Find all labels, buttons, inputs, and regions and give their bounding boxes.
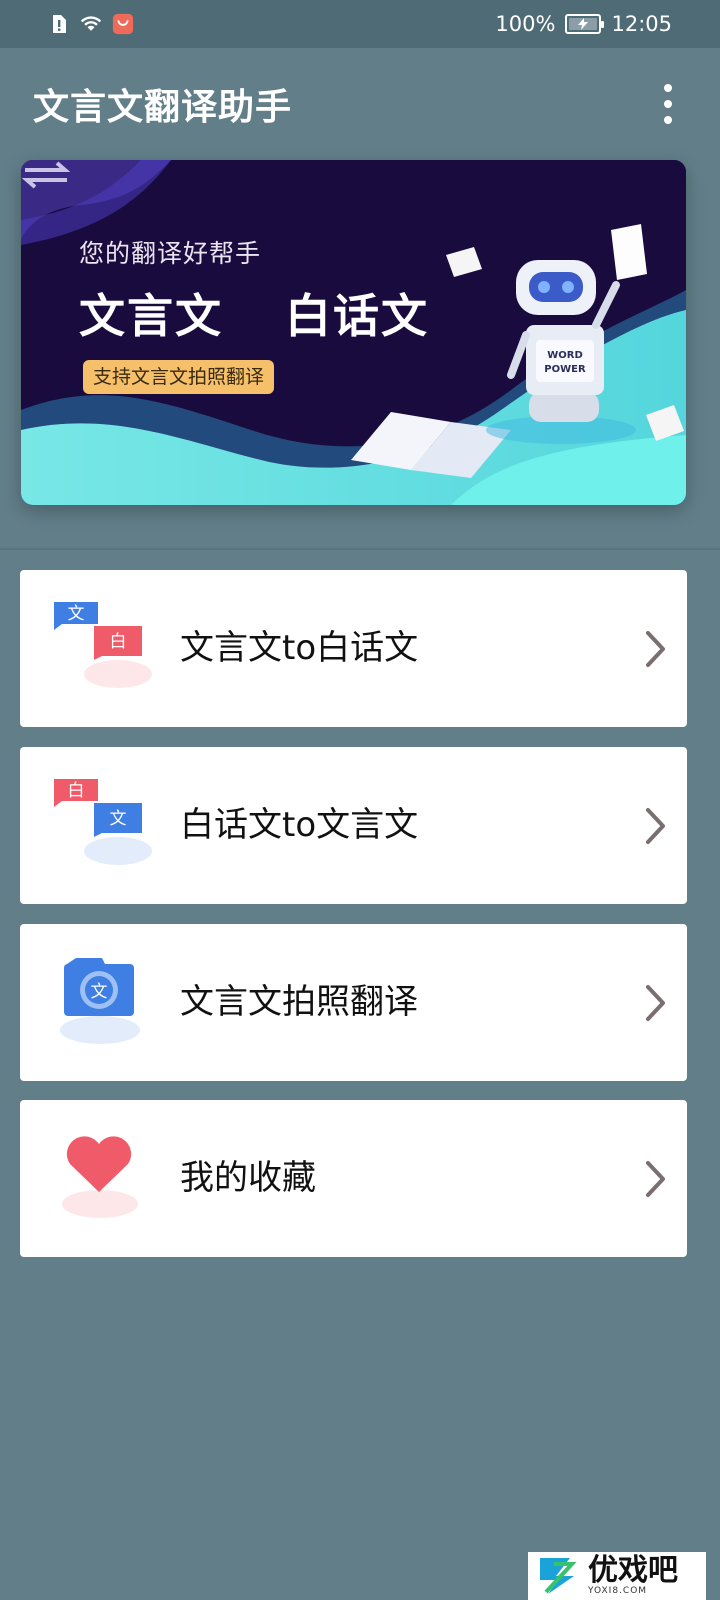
banner-right-word: 白话文 <box>285 289 429 343</box>
vernacular-to-classical-icon: 白 文 <box>54 779 152 865</box>
banner-left-word: 文言文 <box>79 289 223 343</box>
menu-item-label: 文言文to白话文 <box>180 628 419 668</box>
app-bar: 文言文翻译助手 <box>0 48 720 160</box>
more-vert-icon <box>664 84 672 92</box>
camera-icon: 文 <box>60 958 140 1044</box>
icon-char-bottom: 文 <box>110 809 127 829</box>
status-right: 100% 12:05 <box>495 12 672 36</box>
chevron-right-icon <box>646 808 665 844</box>
section-divider <box>0 548 720 550</box>
more-options-button[interactable] <box>648 74 688 134</box>
watermark: 优戏吧 YOXI8.COM <box>528 1552 706 1600</box>
svg-text:WORD: WORD <box>547 350 583 361</box>
battery-charging-icon <box>565 14 605 34</box>
menu-item-label: 我的收藏 <box>180 1158 316 1198</box>
app-title: 文言文翻译助手 <box>33 87 293 128</box>
promo-banner[interactable]: WORD POWER 您的翻译好帮手 文言文 白话文 支持文言文拍照翻译 <box>21 160 686 505</box>
chevron-right-icon <box>646 985 665 1021</box>
clock: 12:05 <box>611 12 672 36</box>
watermark-text-block: 优戏吧 YOXI8.COM <box>588 1553 678 1597</box>
status-left <box>48 13 134 35</box>
menu-item-label: 白话文to文言文 <box>180 805 419 845</box>
menu-item-vernacular-to-classical[interactable]: 白 文 白话文to文言文 <box>20 747 687 904</box>
app-notification-icon <box>112 13 134 35</box>
classical-to-vernacular-icon: 文 白 <box>54 602 152 688</box>
icon-char-top: 文 <box>68 604 85 624</box>
icon-char-top: 白 <box>68 781 85 801</box>
more-vert-dot <box>664 100 672 108</box>
watermark-text: 优戏吧 <box>588 1553 678 1588</box>
chevron-right-icon <box>646 1161 665 1197</box>
menu-item-photo-translate[interactable]: 文 文言文拍照翻译 <box>20 924 687 1081</box>
menu-item-classical-to-vernacular[interactable]: 文 白 文言文to白话文 <box>20 570 687 727</box>
menu-item-favorites[interactable]: 我的收藏 <box>20 1100 687 1257</box>
status-bar: 100% 12:05 <box>0 0 720 48</box>
heart-icon <box>62 1136 138 1218</box>
banner-tag: 支持文言文拍照翻译 <box>83 360 275 394</box>
svg-text:POWER: POWER <box>544 364 586 375</box>
sim-alert-icon <box>48 13 70 35</box>
icon-char: 文 <box>91 982 108 1002</box>
chevron-right-icon <box>646 631 665 667</box>
more-vert-dot <box>664 116 672 124</box>
banner-subtitle: 您的翻译好帮手 <box>79 239 262 268</box>
menu-item-label: 文言文拍照翻译 <box>180 982 418 1022</box>
wifi-icon <box>80 13 102 35</box>
swap-arrows-icon <box>21 161 71 189</box>
icon-char-bottom: 白 <box>110 632 127 652</box>
watermark-logo-icon <box>540 1558 577 1594</box>
battery-percent: 100% <box>495 12 556 36</box>
